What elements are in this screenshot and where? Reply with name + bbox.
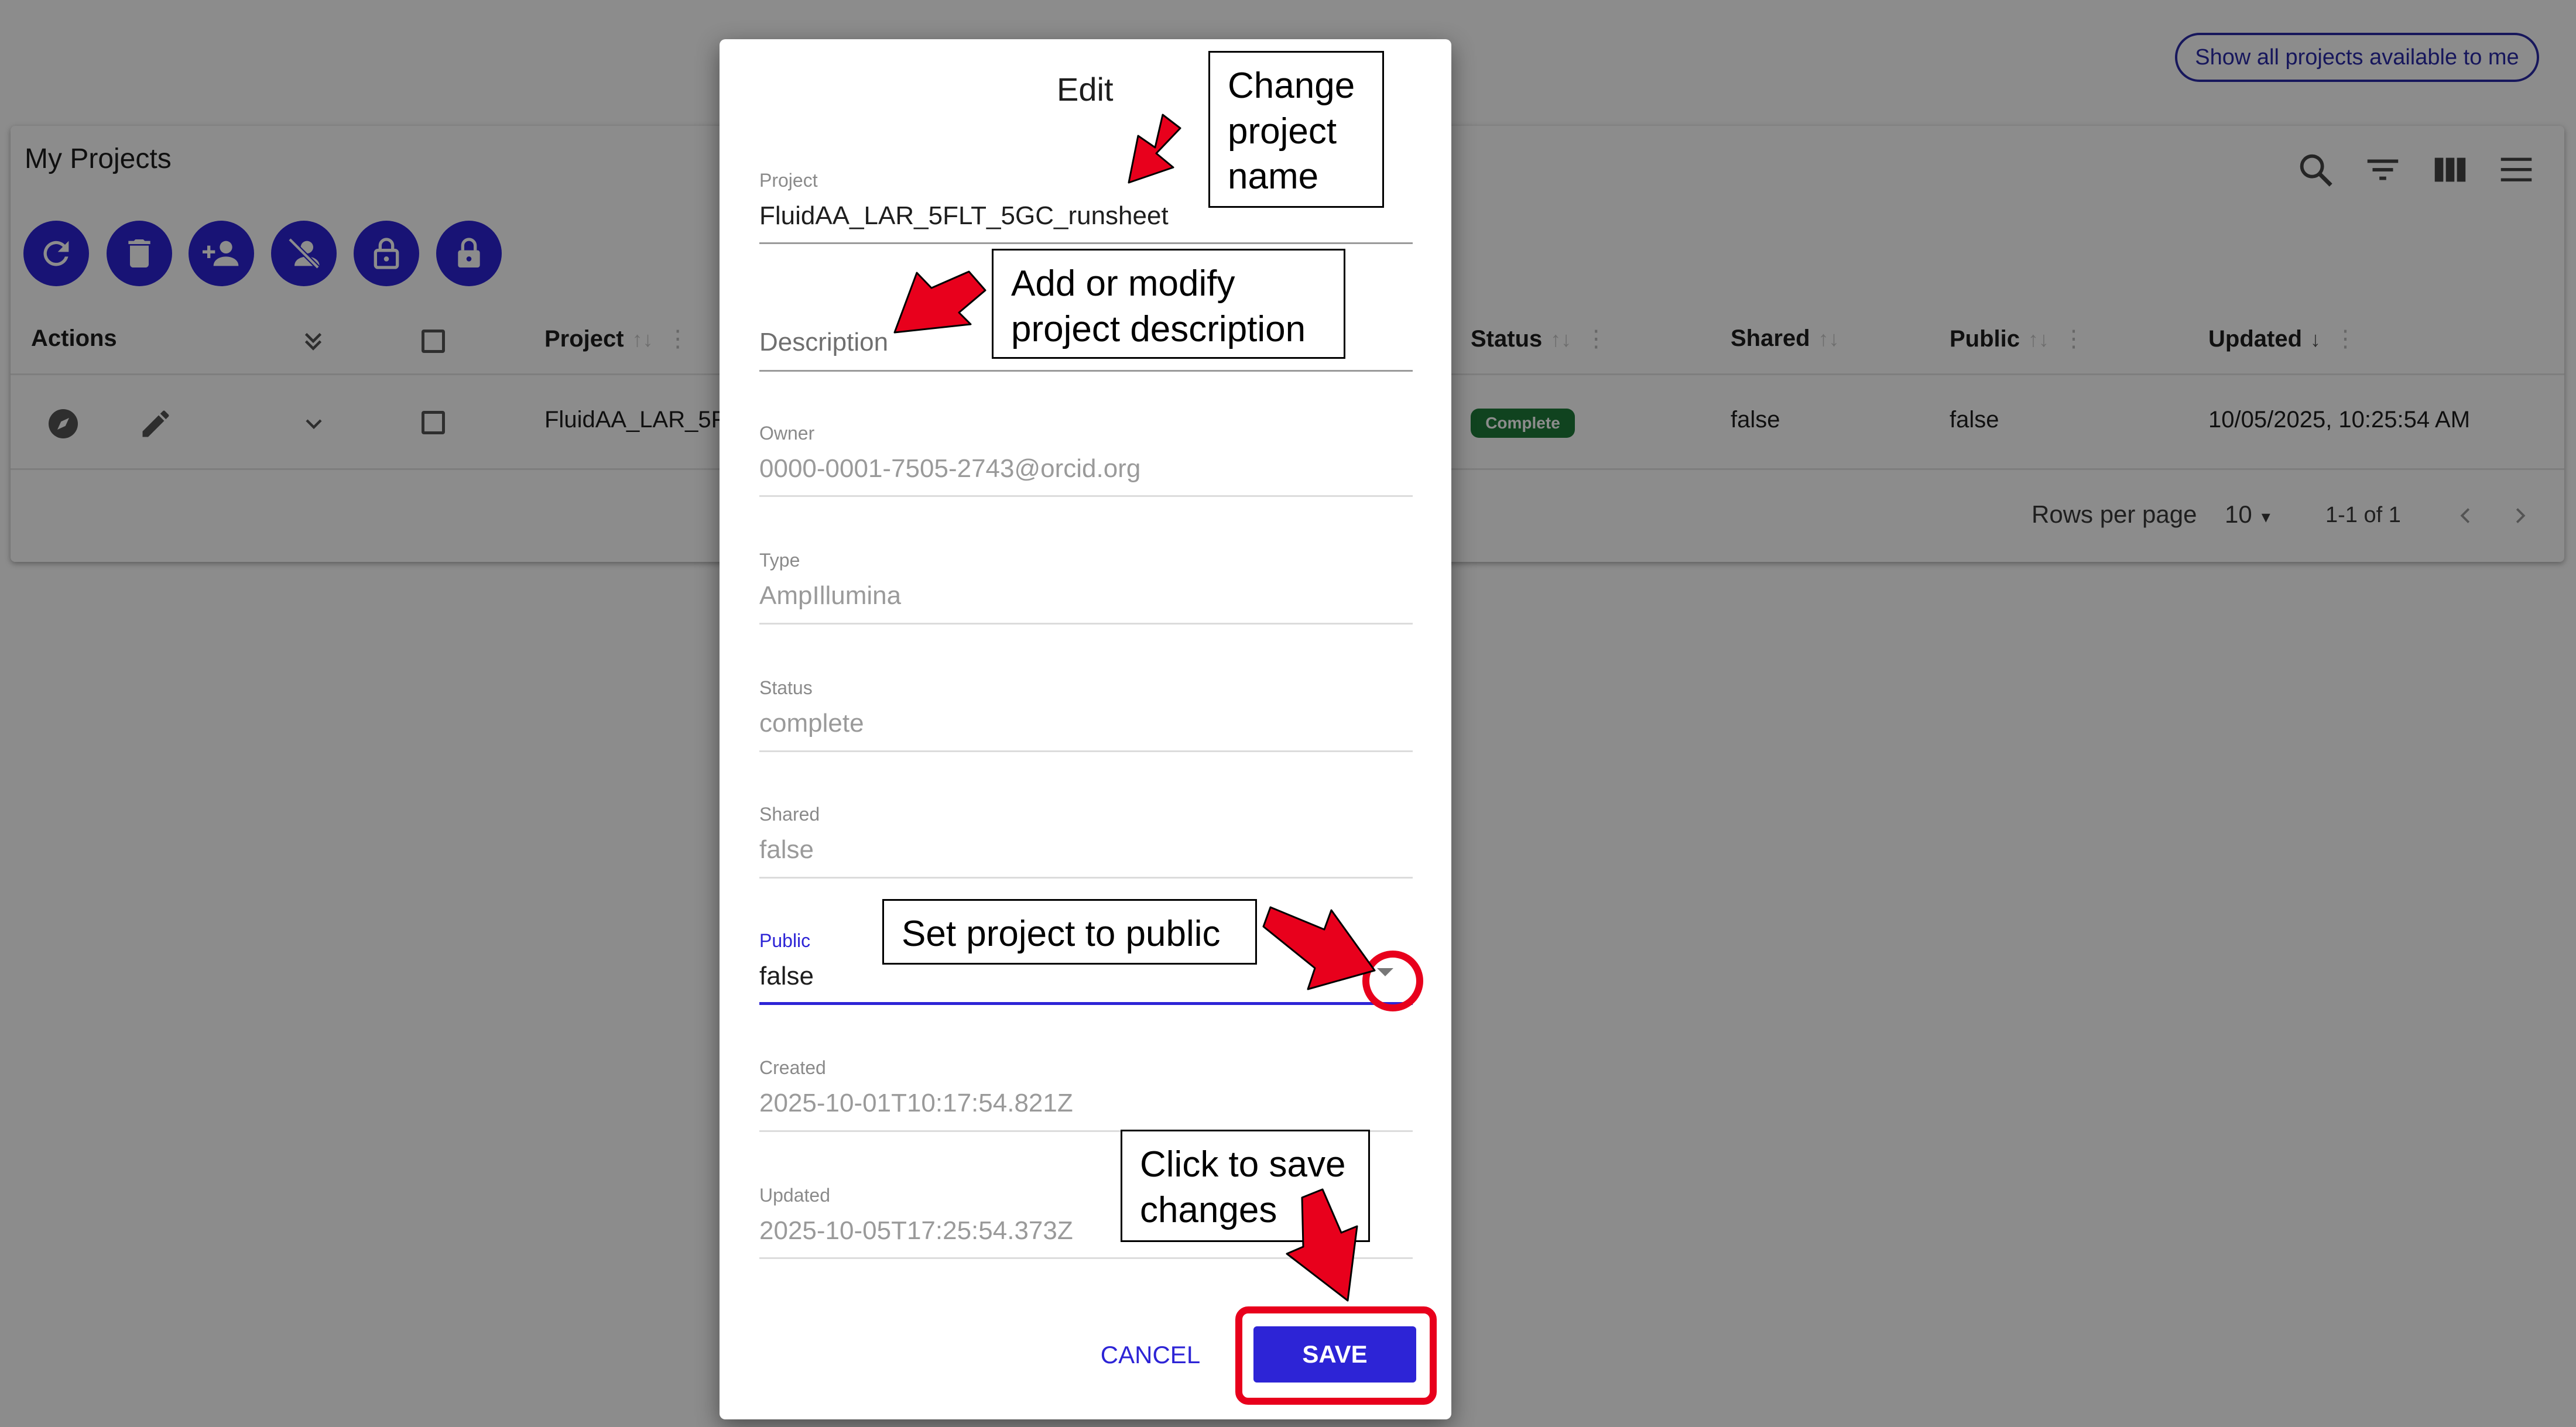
owner-field-underline — [759, 495, 1413, 497]
status-field: complete — [759, 709, 864, 737]
description-field-underline — [759, 370, 1413, 372]
created-field-label: Created — [759, 1057, 826, 1078]
updated-field: 2025-10-05T17:25:54.373Z — [759, 1216, 1073, 1245]
annotation-change-name: Change project name — [1208, 51, 1384, 208]
type-field-label: Type — [759, 550, 800, 571]
annotation-public: Set project to public — [882, 899, 1257, 965]
type-field: AmpIllumina — [759, 581, 902, 610]
shared-field-underline — [759, 877, 1413, 879]
project-name-input[interactable]: FluidAA_LAR_5FLT_5GC_runsheet — [759, 201, 1169, 231]
annotation-line: Click to save — [1140, 1144, 1346, 1185]
cancel-button[interactable]: CANCEL — [1089, 1335, 1212, 1375]
description-input[interactable]: Description — [759, 328, 888, 357]
save-button-highlight — [1235, 1306, 1437, 1405]
annotation-line: Change — [1228, 66, 1355, 106]
shared-field: false — [759, 835, 814, 864]
public-field-underline — [759, 1002, 1413, 1005]
owner-field: 0000-0001-7505-2743@orcid.org — [759, 454, 1141, 483]
public-field-label: Public — [759, 930, 811, 951]
owner-field-label: Owner — [759, 423, 815, 444]
annotation-line: project description — [1011, 308, 1306, 349]
status-field-label: Status — [759, 677, 813, 698]
annotation-line: Set project to public — [902, 914, 1221, 954]
public-select[interactable]: false — [759, 962, 814, 991]
annotation-line: changes — [1140, 1189, 1277, 1230]
annotation-line: Add or modify — [1011, 263, 1235, 304]
annotation-description: Add or modify project description — [992, 249, 1345, 359]
shared-field-label: Shared — [759, 804, 820, 825]
project-field-label: Project — [759, 170, 818, 191]
project-field-underline — [759, 242, 1413, 244]
status-field-underline — [759, 750, 1413, 752]
created-field: 2025-10-01T10:17:54.821Z — [759, 1089, 1073, 1117]
annotation-line: project — [1228, 111, 1337, 152]
updated-field-underline — [759, 1257, 1413, 1259]
annotation-line: name — [1228, 156, 1319, 197]
dialog-title: Edit — [1057, 71, 1114, 108]
updated-field-label: Updated — [759, 1185, 830, 1206]
type-field-underline — [759, 623, 1413, 625]
public-dropdown-highlight — [1362, 951, 1423, 1011]
annotation-save: Click to save changes — [1121, 1130, 1370, 1242]
